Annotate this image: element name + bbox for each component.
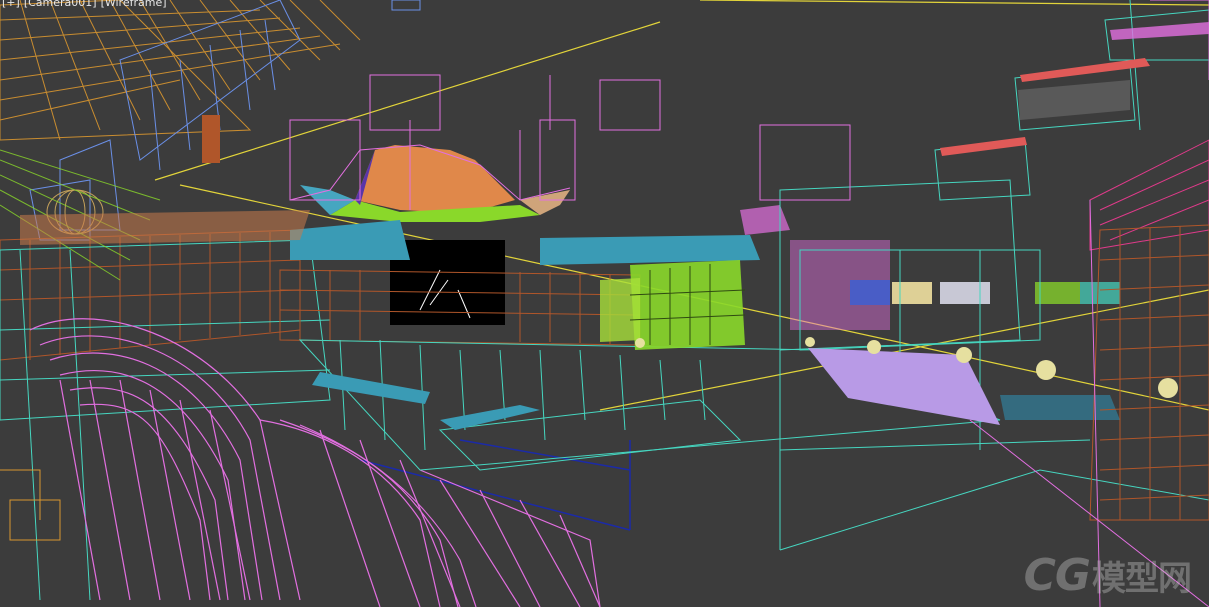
viewport-camera-label[interactable]: [Camera001]: [24, 0, 97, 9]
viewport-menu-plus[interactable]: [+]: [2, 0, 20, 9]
3d-viewport[interactable]: [+] [Camera001] [Wireframe] CG模型网: [0, 0, 1209, 607]
wireframe-scene: [0, 0, 1209, 607]
viewport-label[interactable]: [+] [Camera001] [Wireframe]: [2, 0, 171, 9]
watermark-logo: CG模型网: [1023, 550, 1192, 601]
water-plane: [1000, 395, 1120, 420]
viewport-shading-label[interactable]: [Wireframe]: [101, 0, 167, 9]
watermark-main: CG: [1023, 550, 1091, 601]
watermark-sub: 模型网: [1092, 559, 1192, 599]
